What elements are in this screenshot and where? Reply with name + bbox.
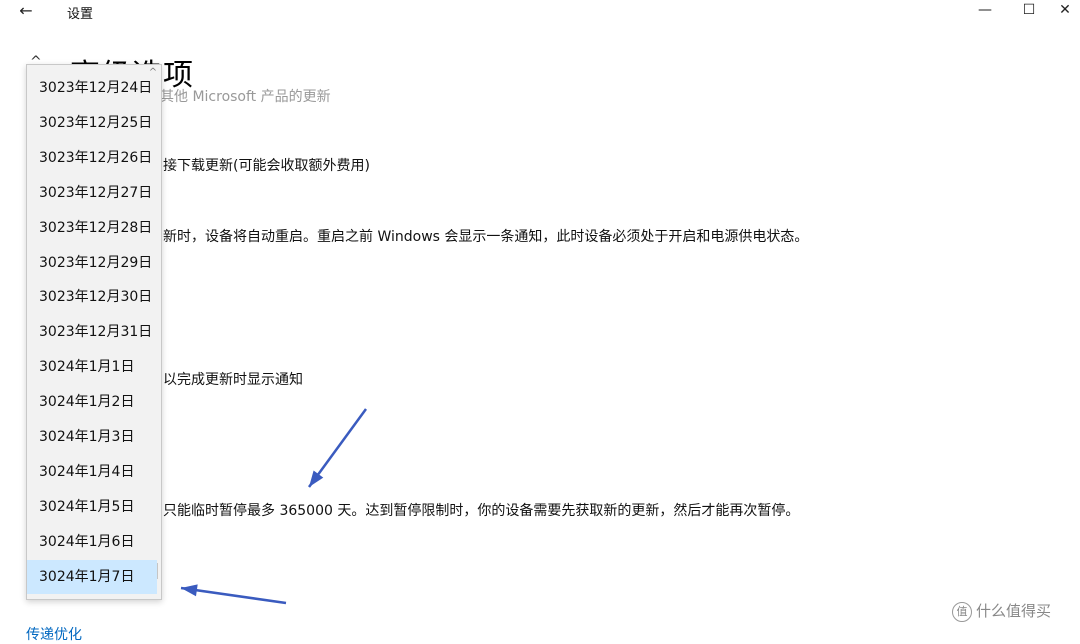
dropdown-item[interactable]: 3023年12月25日 <box>27 106 157 140</box>
option-text-pause-limit: 只能临时暂停最多 365000 天。达到暂停限制时，你的设备需要先获取新的更新，… <box>163 503 800 519</box>
dropdown-item-selected[interactable]: 3024年1月7日 <box>27 559 157 594</box>
watermark: 值什么值得买 <box>952 600 1051 622</box>
app-title: 设置 <box>67 7 94 22</box>
dropdown-item[interactable]: 3024年1月4日 <box>27 455 157 489</box>
annotation-arrow-lower-shaft <box>180 586 287 605</box>
annotation-arrow-upper-shaft <box>307 408 368 488</box>
back-arrow-icon[interactable]: ← <box>14 0 38 22</box>
option-text-other-products: 其他 Microsoft 产品的更新 <box>160 89 331 105</box>
pause-date-dropdown-list[interactable]: ^ v 3023年12月24日3023年12月25日3023年12月26日302… <box>26 64 162 600</box>
dropdown-item[interactable]: 3024年1月1日 <box>27 350 157 384</box>
annotation-arrow-lower-head <box>181 584 198 597</box>
option-text-auto-restart: 新时，设备将自动重启。重启之前 Windows 会显示一条通知，此时设备必须处于… <box>163 229 809 245</box>
watermark-logo-icon: 值 <box>952 601 972 622</box>
dropdown-item[interactable]: 3023年12月26日 <box>27 141 157 175</box>
dropdown-item[interactable]: 3024年1月3日 <box>27 420 157 454</box>
minimize-icon[interactable]: — <box>970 0 1000 22</box>
title-bar: ← 设置 — ☐ ✕ <box>0 0 1080 24</box>
option-text-notification: 以完成更新时显示通知 <box>163 372 303 388</box>
delivery-optimization-link[interactable]: 传递优化 <box>26 624 82 644</box>
option-text-metered-download: 接下载更新(可能会收取额外费用) <box>163 158 370 174</box>
dropdown-item[interactable]: 3024年1月2日 <box>27 385 157 419</box>
dropdown-item[interactable]: 3023年12月31日 <box>27 315 157 349</box>
dropdown-item[interactable]: 3023年12月28日 <box>27 211 157 245</box>
dropdown-item[interactable]: 3024年1月6日 <box>27 525 157 559</box>
dropdown-item[interactable]: 3024年1月5日 <box>27 490 157 524</box>
dropdown-item[interactable]: 3023年12月24日 <box>27 71 157 105</box>
close-icon[interactable]: ✕ <box>1050 0 1080 22</box>
annotation-arrow-upper-head <box>309 470 324 487</box>
dropdown-item[interactable]: 3023年12月27日 <box>27 176 157 210</box>
maximize-icon[interactable]: ☐ <box>1014 0 1044 22</box>
dropdown-item[interactable]: 3023年12月30日 <box>27 280 157 314</box>
watermark-text: 什么值得买 <box>976 602 1052 620</box>
dropdown-item[interactable]: 3023年12月29日 <box>27 246 157 280</box>
